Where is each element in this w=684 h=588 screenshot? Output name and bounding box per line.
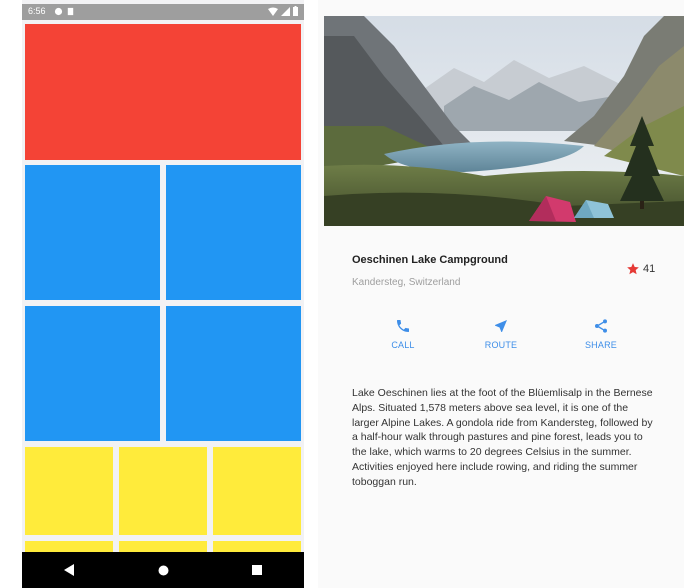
signal-icon xyxy=(281,6,290,16)
battery-icon xyxy=(293,6,298,16)
blue-tile xyxy=(25,306,160,441)
home-circle-icon xyxy=(158,565,168,575)
route-button[interactable]: ROUTE xyxy=(466,318,536,350)
star-icon xyxy=(627,263,639,275)
recents-button[interactable] xyxy=(237,552,277,588)
share-label: SHARE xyxy=(584,340,617,350)
campground-location: Kandersteg, Switzerland xyxy=(352,277,461,288)
notification-icon xyxy=(54,7,63,16)
home-button[interactable] xyxy=(143,552,183,588)
rating-count: 41 xyxy=(643,263,656,275)
sd-card-icon xyxy=(67,7,74,16)
campground-detail-screen: Oeschinen Lake Campground Kandersteg, Sw… xyxy=(318,0,684,588)
back-button[interactable] xyxy=(49,552,89,588)
share-icon xyxy=(595,319,607,333)
blue-tile xyxy=(166,165,301,300)
route-label: ROUTE xyxy=(484,340,518,350)
blue-tile xyxy=(166,306,301,441)
phone-icon xyxy=(397,320,409,332)
title-section: Oeschinen Lake Campground Kandersteg, Sw… xyxy=(352,254,508,288)
back-triangle-icon xyxy=(64,564,74,576)
status-bar: 6:56 xyxy=(22,4,304,20)
campground-description: Lake Oeschinen lies at the foot of the B… xyxy=(352,387,653,488)
lake-landscape-image xyxy=(324,16,684,226)
recents-square-icon xyxy=(252,565,262,575)
campground-title: Oeschinen Lake Campground xyxy=(352,254,508,266)
action-buttons-row: CALL ROUTE SHARE xyxy=(348,318,668,362)
yellow-tile xyxy=(119,447,207,535)
red-tile xyxy=(25,24,301,160)
favorite-rating[interactable]: 41 xyxy=(626,262,655,276)
call-label: CALL xyxy=(391,340,415,350)
yellow-tile xyxy=(213,447,301,535)
share-button[interactable]: SHARE xyxy=(566,318,636,350)
layout-demo-screen: 6:56 xyxy=(22,0,304,588)
wifi-icon xyxy=(268,7,278,16)
status-indicators xyxy=(268,6,298,16)
status-time: 6:56 xyxy=(28,6,46,16)
system-nav-bar xyxy=(22,552,304,588)
yellow-tile xyxy=(25,447,113,535)
call-button[interactable]: CALL xyxy=(368,318,438,350)
navigation-arrow-icon xyxy=(495,320,507,332)
blue-tile xyxy=(25,165,160,300)
